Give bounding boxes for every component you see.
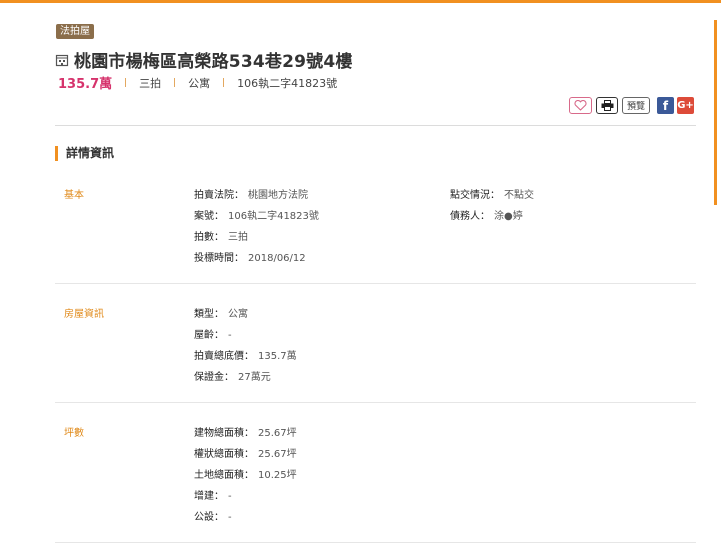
deposit-value: 27萬元 — [238, 372, 271, 383]
public-area-value: - — [228, 512, 232, 523]
action-toolbar: 預覽 f G+ — [569, 97, 694, 114]
case-key: 案號： — [194, 211, 224, 222]
top-accent-bar — [0, 0, 721, 3]
title-area-key: 權狀總面積： — [194, 449, 254, 460]
title-area-value: 25.67坪 — [258, 449, 297, 460]
house-info-label: 房屋資訊 — [64, 309, 104, 320]
deposit-key: 保證金： — [194, 372, 234, 383]
handover-row: 點交情況： 不點交 — [450, 186, 534, 201]
divider — [55, 402, 696, 403]
title-area-row: 權狀總面積： 25.67坪 — [194, 445, 297, 460]
court-row: 拍賣法院： 桃園地方法院 — [194, 186, 308, 201]
google-plus-share-button[interactable]: G+ — [677, 97, 694, 114]
page-title-row: 桃園市楊梅區高榮路534巷29號4樓 — [55, 47, 353, 72]
court-key: 拍賣法院： — [194, 190, 244, 201]
handover-key: 點交情況： — [450, 190, 500, 201]
preview-button[interactable]: 預覽 — [622, 97, 650, 114]
extension-row: 增建： - — [194, 487, 232, 502]
divider — [55, 283, 696, 284]
divider — [55, 542, 696, 543]
bid-time-value: 2018/06/12 — [248, 253, 306, 264]
case-row: 案號： 106執二字41823號 — [194, 207, 319, 222]
round-key: 拍數： — [194, 232, 224, 243]
divider — [223, 78, 225, 87]
basic-label: 基本 — [64, 190, 84, 201]
type-row: 類型： 公寓 — [194, 305, 248, 320]
bid-time-row: 投標時間： 2018/06/12 — [194, 249, 306, 264]
heart-icon — [574, 100, 587, 111]
round-row: 拍數： 三拍 — [194, 228, 248, 243]
public-area-row: 公設： - — [194, 508, 232, 523]
summary-row: 135.7萬 三拍 公寓 106執二字41823號 — [58, 73, 338, 93]
auction-round: 三拍 — [139, 76, 162, 90]
case-number: 106執二字41823號 — [237, 76, 338, 90]
facebook-share-button[interactable]: f — [657, 97, 674, 114]
reserve-price-row: 拍賣總底價： 135.7萬 — [194, 347, 297, 362]
type-key: 類型： — [194, 309, 224, 320]
divider — [174, 78, 176, 87]
reserve-price-value: 135.7萬 — [258, 351, 297, 362]
area-label: 坪數 — [64, 428, 84, 439]
round-value: 三拍 — [228, 232, 248, 243]
land-area-row: 土地總面積： 10.25坪 — [194, 466, 297, 481]
print-button[interactable] — [596, 97, 618, 114]
building-area-value: 25.67坪 — [258, 428, 297, 439]
bid-time-key: 投標時間： — [194, 253, 244, 264]
reserve-price-key: 拍賣總底價： — [194, 351, 254, 362]
age-row: 屋齡： - — [194, 326, 232, 341]
divider — [55, 125, 696, 126]
land-area-value: 10.25坪 — [258, 470, 297, 481]
divider — [125, 78, 127, 87]
building-icon — [55, 54, 69, 66]
extension-key: 增建： — [194, 491, 224, 502]
extension-value: - — [228, 491, 232, 502]
page-title: 桃園市楊梅區高榮路534巷29號4樓 — [74, 52, 353, 72]
foreclosure-badge: 法拍屋 — [56, 24, 94, 39]
debtor-value: 涂●婷 — [494, 211, 523, 222]
type-value: 公寓 — [228, 309, 248, 320]
favorite-button[interactable] — [569, 97, 592, 114]
deposit-row: 保證金： 27萬元 — [194, 368, 271, 383]
building-area-key: 建物總面積： — [194, 428, 254, 439]
building-area-row: 建物總面積： 25.67坪 — [194, 424, 297, 439]
scrollbar[interactable] — [714, 20, 717, 205]
age-key: 屋齡： — [194, 330, 224, 341]
property-type: 公寓 — [188, 76, 211, 90]
court-value: 桃園地方法院 — [248, 190, 308, 201]
price: 135.7萬 — [58, 77, 113, 92]
debtor-key: 債務人： — [450, 211, 490, 222]
age-value: - — [228, 330, 232, 341]
land-area-key: 土地總面積： — [194, 470, 254, 481]
printer-icon — [601, 100, 613, 111]
case-value: 106執二字41823號 — [228, 211, 319, 222]
public-area-key: 公設： — [194, 512, 224, 523]
debtor-row: 債務人： 涂●婷 — [450, 207, 523, 222]
handover-value: 不點交 — [504, 190, 534, 201]
section-title: 詳情資訊 — [55, 146, 114, 161]
